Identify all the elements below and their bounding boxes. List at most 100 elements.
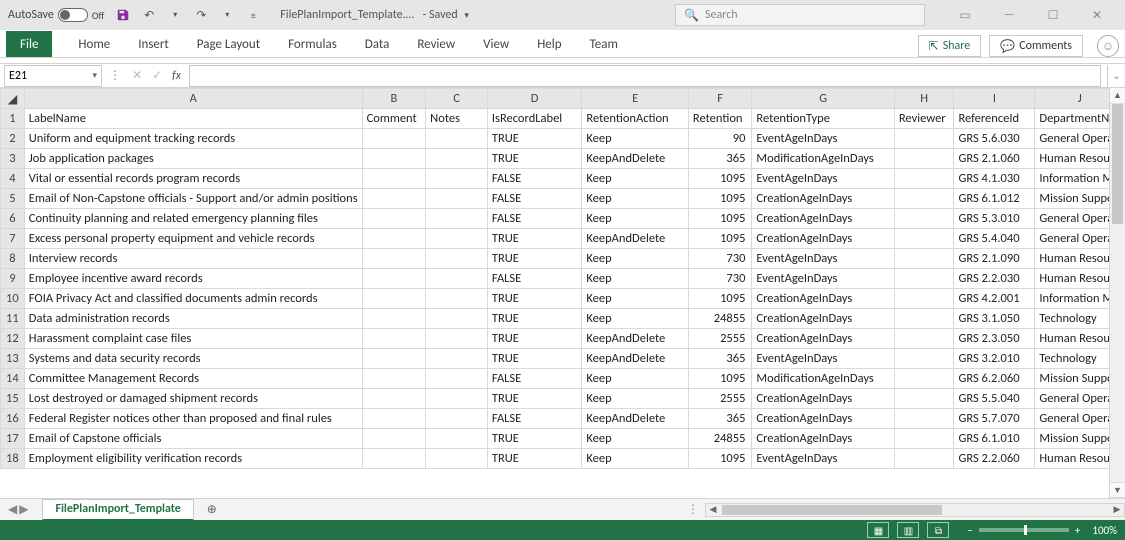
close-icon[interactable]: ✕: [1077, 1, 1117, 29]
cell[interactable]: [894, 269, 954, 289]
cell[interactable]: CreationAgeInDays: [752, 189, 894, 209]
row-header[interactable]: 18: [1, 449, 25, 469]
table-row[interactable]: 3Job application packagesTRUEKeepAndDele…: [1, 149, 1125, 169]
tab-prev-icon[interactable]: ◀: [8, 502, 17, 517]
row-header[interactable]: 4: [1, 169, 25, 189]
cell[interactable]: Email of Non-Capstone officials - Suppor…: [24, 189, 362, 209]
cell[interactable]: RetentionType: [752, 109, 894, 129]
col-header-A[interactable]: A: [24, 89, 362, 109]
cell[interactable]: Excess personal property equipment and v…: [24, 229, 362, 249]
cell[interactable]: GRS 2.3.050: [954, 329, 1035, 349]
table-row[interactable]: 16Federal Register notices other than pr…: [1, 409, 1125, 429]
cell[interactable]: 1095: [688, 189, 752, 209]
zoom-in-icon[interactable]: +: [1075, 524, 1080, 537]
cell[interactable]: Keep: [582, 269, 689, 289]
cell[interactable]: [362, 389, 426, 409]
cell[interactable]: CreationAgeInDays: [752, 229, 894, 249]
cell[interactable]: FALSE: [487, 169, 582, 189]
cell[interactable]: [362, 249, 426, 269]
row-header[interactable]: 14: [1, 369, 25, 389]
undo-icon[interactable]: ↶: [140, 6, 158, 24]
cell[interactable]: TRUE: [487, 249, 582, 269]
new-sheet-button[interactable]: ⊕: [200, 499, 224, 521]
cell[interactable]: GRS 5.6.030: [954, 129, 1035, 149]
cell[interactable]: Keep: [582, 429, 689, 449]
cell[interactable]: [362, 349, 426, 369]
cell[interactable]: [426, 369, 488, 389]
cell[interactable]: Federal Register notices other than prop…: [24, 409, 362, 429]
undo-dropdown-icon[interactable]: ▾: [166, 6, 184, 24]
cell[interactable]: TRUE: [487, 149, 582, 169]
cell[interactable]: 1095: [688, 449, 752, 469]
cell[interactable]: GRS 6.1.012: [954, 189, 1035, 209]
cell[interactable]: Keep: [582, 389, 689, 409]
search-input[interactable]: 🔍 Search: [675, 4, 925, 26]
column-header-row[interactable]: ◢ A B C D E F G H I J: [1, 89, 1125, 109]
minimize-icon[interactable]: —: [989, 1, 1029, 29]
cell[interactable]: [894, 129, 954, 149]
cell[interactable]: GRS 4.1.030: [954, 169, 1035, 189]
cell[interactable]: TRUE: [487, 309, 582, 329]
cell[interactable]: [426, 229, 488, 249]
cell[interactable]: Keep: [582, 169, 689, 189]
row-header[interactable]: 6: [1, 209, 25, 229]
cell[interactable]: KeepAndDelete: [582, 329, 689, 349]
comments-button[interactable]: 💬 Comments: [989, 35, 1083, 57]
cell[interactable]: Keep: [582, 449, 689, 469]
cell[interactable]: EventAgeInDays: [752, 249, 894, 269]
cell[interactable]: Data administration records: [24, 309, 362, 329]
cell[interactable]: [894, 449, 954, 469]
vscroll-thumb[interactable]: [1112, 104, 1123, 224]
cell[interactable]: TRUE: [487, 429, 582, 449]
cell[interactable]: ModificationAgeInDays: [752, 369, 894, 389]
cell[interactable]: [362, 189, 426, 209]
scroll-up-icon[interactable]: ▲: [1110, 88, 1125, 104]
cell[interactable]: [426, 349, 488, 369]
cell[interactable]: Reviewer: [894, 109, 954, 129]
cell[interactable]: 1095: [688, 289, 752, 309]
cell[interactable]: 24855: [688, 309, 752, 329]
cell[interactable]: TRUE: [487, 449, 582, 469]
cell[interactable]: TRUE: [487, 129, 582, 149]
cell[interactable]: [426, 409, 488, 429]
feedback-icon[interactable]: ☺: [1097, 35, 1119, 57]
normal-view-icon[interactable]: ▦: [867, 522, 889, 538]
cell[interactable]: CreationAgeInDays: [752, 309, 894, 329]
col-header-C[interactable]: C: [426, 89, 488, 109]
cell[interactable]: [362, 169, 426, 189]
cell[interactable]: [362, 449, 426, 469]
cell[interactable]: [426, 189, 488, 209]
cell[interactable]: [894, 289, 954, 309]
tab-review[interactable]: Review: [403, 31, 469, 57]
table-row[interactable]: 17Email of Capstone officialsTRUEKeep248…: [1, 429, 1125, 449]
cell[interactable]: GRS 5.3.010: [954, 209, 1035, 229]
cell[interactable]: ModificationAgeInDays: [752, 149, 894, 169]
redo-icon[interactable]: ↷: [192, 6, 210, 24]
cell[interactable]: [426, 269, 488, 289]
cell[interactable]: [362, 369, 426, 389]
worksheet-grid[interactable]: ◢ A B C D E F G H I J 1LabelNameCommentN…: [0, 88, 1125, 498]
cell[interactable]: [894, 149, 954, 169]
zoom-slider[interactable]: [979, 528, 1069, 532]
cell[interactable]: TRUE: [487, 329, 582, 349]
cell[interactable]: 1095: [688, 209, 752, 229]
table-row[interactable]: 7Excess personal property equipment and …: [1, 229, 1125, 249]
namebox-resize-handle[interactable]: ⋮: [106, 68, 124, 83]
cell[interactable]: EventAgeInDays: [752, 349, 894, 369]
table-row[interactable]: 13Systems and data security recordsTRUEK…: [1, 349, 1125, 369]
col-header-B[interactable]: B: [362, 89, 426, 109]
cell[interactable]: [362, 329, 426, 349]
row-header[interactable]: 10: [1, 289, 25, 309]
cell[interactable]: TRUE: [487, 229, 582, 249]
cell[interactable]: GRS 2.2.060: [954, 449, 1035, 469]
horizontal-scrollbar[interactable]: ◀ ▶: [705, 503, 1125, 517]
cell[interactable]: [426, 129, 488, 149]
cell[interactable]: GRS 2.2.030: [954, 269, 1035, 289]
name-box[interactable]: E21 ▾: [4, 65, 102, 87]
cell[interactable]: CreationAgeInDays: [752, 289, 894, 309]
maximize-icon[interactable]: ☐: [1033, 1, 1073, 29]
cell[interactable]: [362, 269, 426, 289]
cell[interactable]: [426, 329, 488, 349]
cell[interactable]: 365: [688, 349, 752, 369]
table-row[interactable]: 4Vital or essential records program reco…: [1, 169, 1125, 189]
